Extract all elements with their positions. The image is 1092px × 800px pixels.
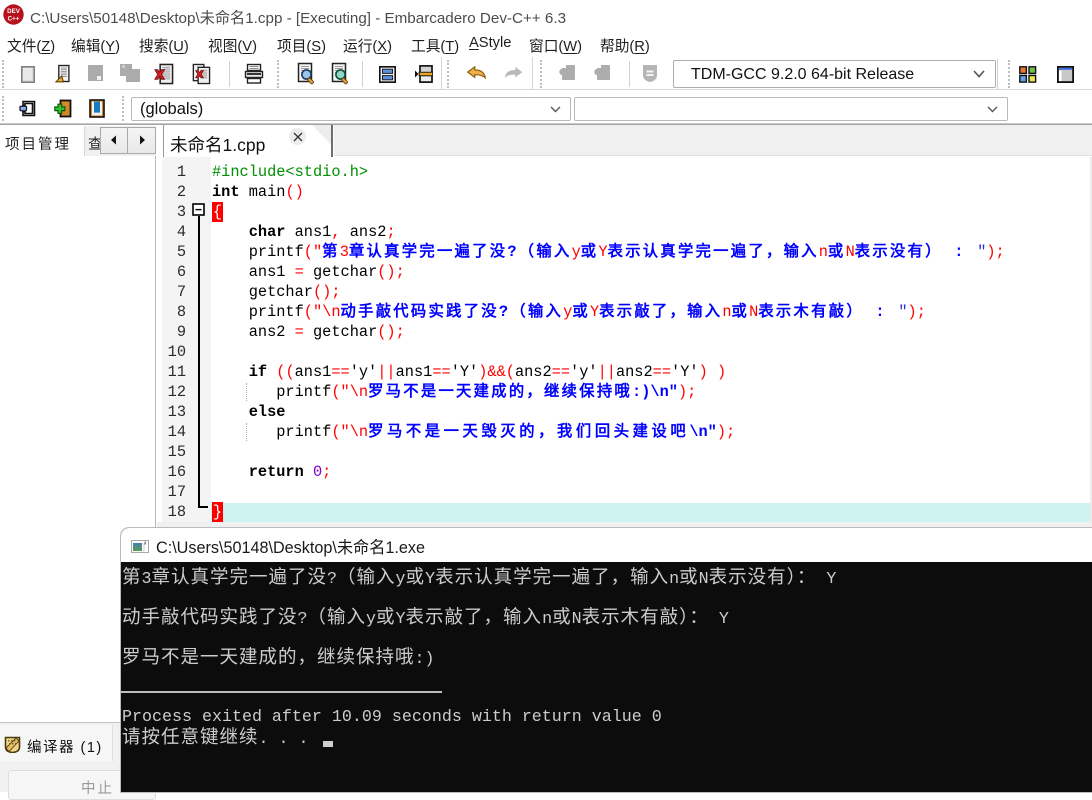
svg-text:DEV: DEV bbox=[7, 8, 21, 15]
svg-text:C++: C++ bbox=[8, 16, 20, 23]
